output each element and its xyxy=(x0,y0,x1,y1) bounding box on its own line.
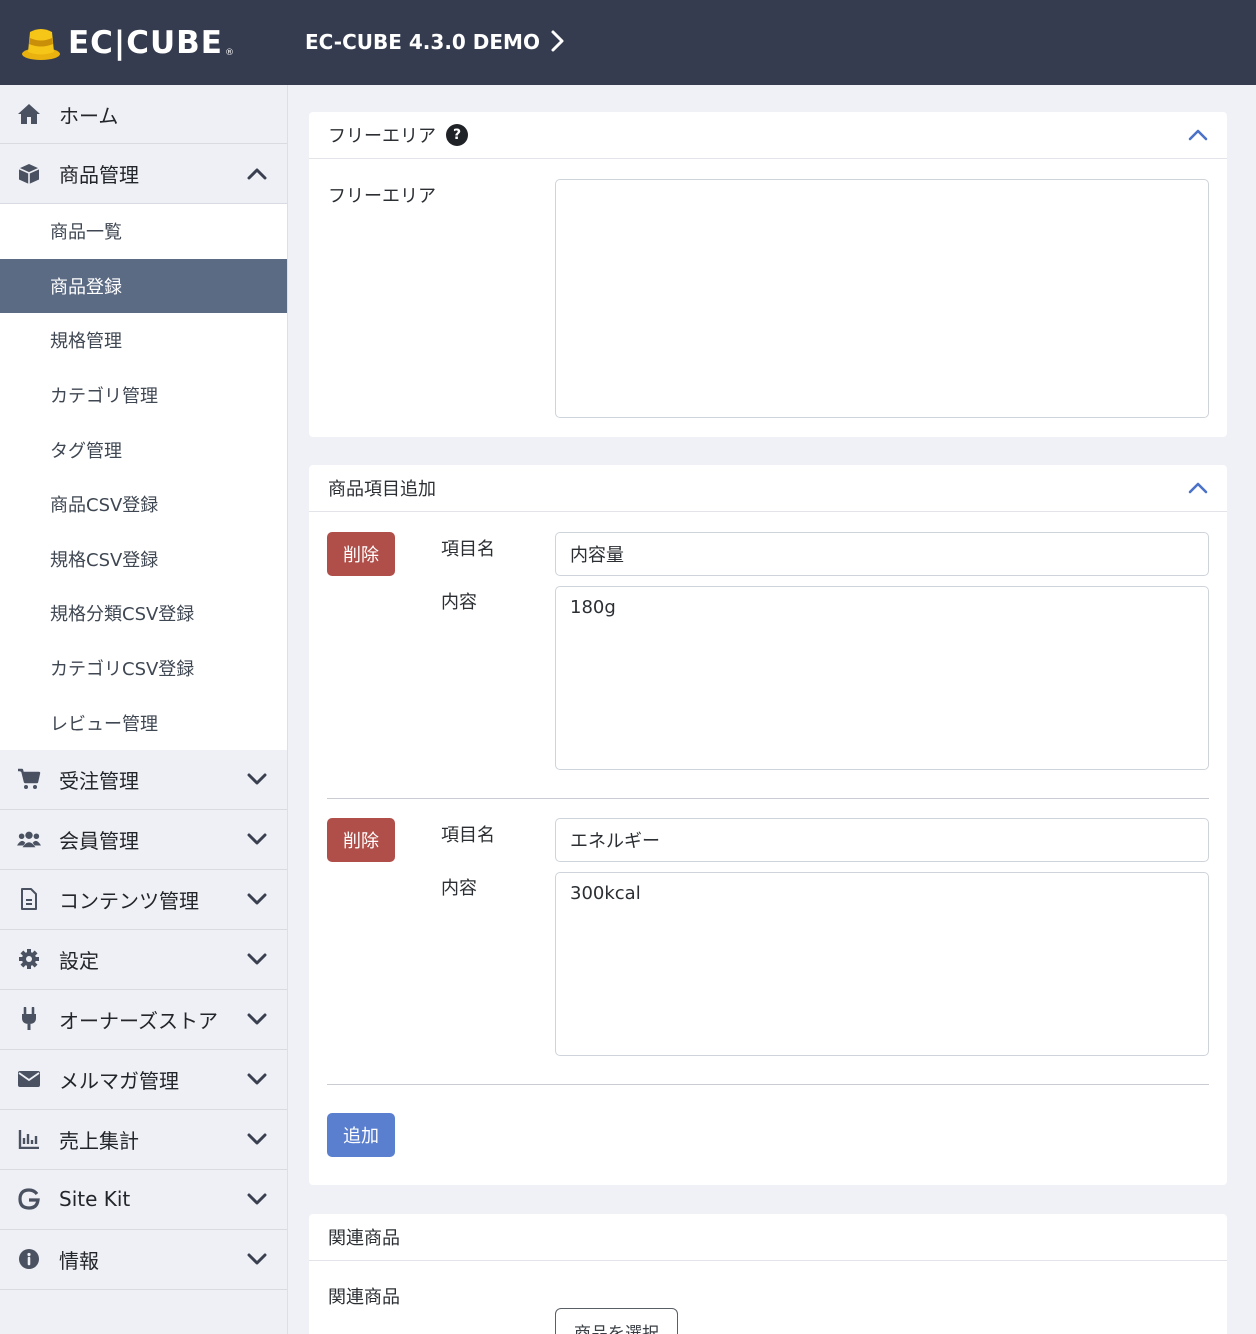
free-area-card: フリーエリア ? フリーエリア xyxy=(309,112,1227,437)
item-divider xyxy=(327,1084,1209,1085)
sidebar-subitem-review[interactable]: レビュー管理 xyxy=(0,695,287,750)
sidebar-subitem-product-list[interactable]: 商品一覧 xyxy=(0,204,287,259)
sidebar-subitem-product-csv[interactable]: 商品CSV登録 xyxy=(0,477,287,532)
sidebar: ホーム 商品管理 商品一覧 商品登録 規格管理 カテゴリ管理 タグ管理 商品CS… xyxy=(0,85,288,1334)
sidebar-item-info[interactable]: 情報 xyxy=(0,1229,287,1290)
bar-chart-icon xyxy=(17,1127,41,1151)
sidebar-item-label: オーナーズストア xyxy=(59,1008,218,1033)
sidebar-subitem-category-csv[interactable]: カテゴリCSV登録 xyxy=(0,641,287,696)
free-area-header[interactable]: フリーエリア ? xyxy=(309,112,1227,159)
item-name-label: 項目名 xyxy=(441,825,495,846)
sidebar-item-label: 情報 xyxy=(59,1248,99,1273)
sidebar-subitem-product-register[interactable]: 商品登録 xyxy=(0,258,287,314)
home-icon xyxy=(17,102,41,126)
chevron-down-icon xyxy=(247,1253,267,1265)
free-area-textarea[interactable] xyxy=(555,179,1209,418)
gear-icon xyxy=(17,947,41,971)
top-header: EC|CUBE ® EC-CUBE 4.3.0 DEMO xyxy=(0,0,1256,85)
chevron-down-icon xyxy=(247,953,267,965)
free-area-title: フリーエリア xyxy=(328,126,436,147)
sidebar-item-sales[interactable]: 売上集計 xyxy=(0,1109,287,1170)
chevron-up-icon[interactable] xyxy=(1187,125,1209,145)
item-content-textarea[interactable]: 300kcal xyxy=(555,872,1209,1056)
sidebar-item-customer[interactable]: 会員管理 xyxy=(0,809,287,870)
sidebar-subitem-category[interactable]: カテゴリ管理 xyxy=(0,368,287,423)
sidebar-item-label: 会員管理 xyxy=(59,828,139,853)
item-name-label: 項目名 xyxy=(441,539,495,560)
item-content-textarea[interactable]: 180g xyxy=(555,586,1209,770)
related-products-label: 関連商品 xyxy=(328,1287,400,1308)
add-items-header[interactable]: 商品項目追加 xyxy=(309,465,1227,512)
sidebar-item-content[interactable]: コンテンツ管理 xyxy=(0,869,287,930)
delete-item-button[interactable]: 削除 xyxy=(327,818,395,862)
hat-logo-icon xyxy=(22,29,60,60)
sidebar-item-label: コンテンツ管理 xyxy=(59,888,199,913)
info-icon xyxy=(17,1247,41,1271)
sidebar-item-setting[interactable]: 設定 xyxy=(0,929,287,990)
sidebar-item-store[interactable]: オーナーズストア xyxy=(0,989,287,1050)
ec-cube-logo[interactable]: EC|CUBE ® xyxy=(20,22,260,64)
help-icon[interactable]: ? xyxy=(446,124,468,146)
envelope-icon xyxy=(17,1067,41,1091)
chevron-down-icon xyxy=(247,1133,267,1145)
item-content-label: 内容 xyxy=(441,878,477,899)
sidebar-item-sitekit[interactable]: Site Kit xyxy=(0,1169,287,1230)
delete-item-button[interactable]: 削除 xyxy=(327,532,395,576)
sidebar-item-label: ホーム xyxy=(59,103,119,128)
sidebar-subitem-class[interactable]: 規格管理 xyxy=(0,313,287,368)
add-item-button[interactable]: 追加 xyxy=(327,1113,395,1157)
chevron-right-icon[interactable] xyxy=(547,28,569,54)
cart-icon xyxy=(17,767,41,791)
sidebar-item-order[interactable]: 受注管理 xyxy=(0,749,287,810)
product-submenu: 商品一覧 商品登録 規格管理 カテゴリ管理 タグ管理 商品CSV登録 規格CSV… xyxy=(0,204,287,750)
logo-text: EC|CUBE xyxy=(68,25,223,61)
plug-icon xyxy=(17,1007,41,1031)
add-items-card: 商品項目追加 削除 項目名 内容量 内容 180g 削除 項目名 エネルギー 内… xyxy=(309,465,1227,1185)
item-name-input[interactable]: エネルギー xyxy=(555,818,1209,862)
sidebar-item-mail[interactable]: メルマガ管理 xyxy=(0,1049,287,1110)
related-products-card: 関連商品 関連商品 商品を選択 xyxy=(309,1214,1227,1334)
sidebar-item-label: メルマガ管理 xyxy=(59,1068,179,1093)
chevron-down-icon xyxy=(247,1013,267,1025)
sidebar-item-label: 受注管理 xyxy=(59,768,139,793)
select-product-button[interactable]: 商品を選択 xyxy=(555,1308,678,1334)
item-content-label: 内容 xyxy=(441,592,477,613)
google-icon xyxy=(17,1187,41,1211)
chevron-down-icon xyxy=(247,1073,267,1085)
related-products-header[interactable]: 関連商品 xyxy=(309,1214,1227,1261)
sidebar-item-label: 売上集計 xyxy=(59,1128,139,1153)
chevron-down-icon xyxy=(247,833,267,845)
logo-registered-mark: ® xyxy=(224,48,234,58)
chevron-up-icon xyxy=(247,168,267,179)
sidebar-item-product[interactable]: 商品管理 xyxy=(0,144,287,204)
sidebar-subitem-class-category-csv[interactable]: 規格分類CSV登録 xyxy=(0,586,287,641)
box-icon xyxy=(17,162,41,186)
related-products-title: 関連商品 xyxy=(328,1228,400,1249)
sidebar-subitem-class-csv[interactable]: 規格CSV登録 xyxy=(0,532,287,587)
sidebar-item-label: Site Kit xyxy=(59,1187,131,1212)
chevron-up-icon[interactable] xyxy=(1187,478,1209,498)
item-divider xyxy=(327,798,1209,799)
chevron-down-icon xyxy=(247,893,267,905)
item-name-input[interactable]: 内容量 xyxy=(555,532,1209,576)
sidebar-item-label: 設定 xyxy=(59,948,99,973)
sidebar-item-label: 商品管理 xyxy=(59,163,139,187)
sidebar-item-home[interactable]: ホーム xyxy=(0,85,287,144)
sidebar-subitem-tag[interactable]: タグ管理 xyxy=(0,422,287,477)
chevron-down-icon xyxy=(247,1193,267,1205)
chevron-down-icon xyxy=(247,773,267,785)
file-icon xyxy=(17,887,41,911)
users-icon xyxy=(17,827,41,851)
free-area-label: フリーエリア xyxy=(328,186,436,207)
shop-name-link[interactable]: EC-CUBE 4.3.0 DEMO xyxy=(305,30,540,54)
add-items-title: 商品項目追加 xyxy=(328,479,436,500)
